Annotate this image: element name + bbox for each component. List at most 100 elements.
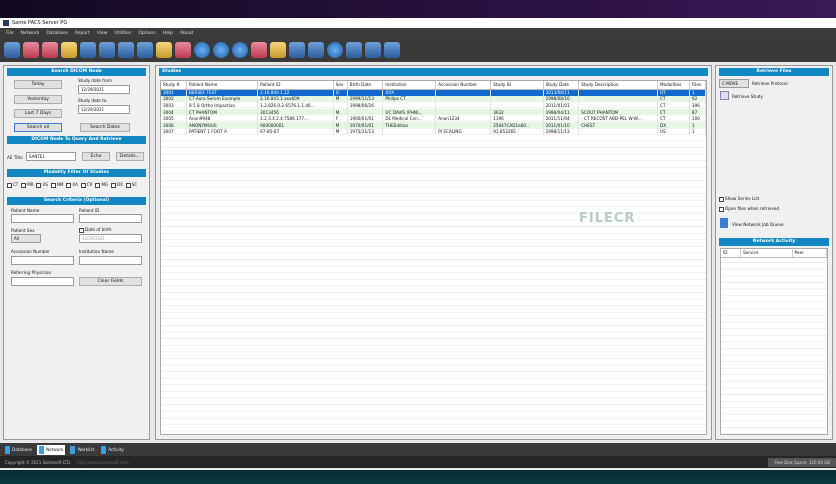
import-icon[interactable] bbox=[42, 42, 58, 58]
job-queue-icon[interactable] bbox=[720, 218, 728, 228]
date-from-input[interactable]: 12/29/2021 bbox=[78, 85, 130, 94]
retrieve-study-button[interactable]: Retrieve Study bbox=[732, 94, 763, 99]
tab-worklist[interactable]: Worklist bbox=[68, 445, 96, 455]
job-queue-button[interactable]: View Network Job Queue bbox=[732, 222, 784, 227]
printer-icon[interactable] bbox=[327, 42, 343, 58]
institution-input[interactable] bbox=[79, 256, 142, 265]
modality-sc-checkbox[interactable]: SC bbox=[125, 182, 137, 188]
column-header[interactable]: Accession Number bbox=[435, 81, 492, 90]
print-icon[interactable] bbox=[80, 42, 96, 58]
column-header[interactable]: Study ID bbox=[490, 81, 544, 90]
add-icon[interactable] bbox=[23, 42, 39, 58]
activity-column-header[interactable]: Service bbox=[740, 249, 793, 258]
activity-column-header[interactable]: Peer bbox=[792, 249, 827, 258]
column-header[interactable]: Study Description bbox=[578, 81, 658, 90]
database-icon bbox=[5, 445, 10, 454]
column-header[interactable]: Institution bbox=[382, 81, 437, 90]
referring-input[interactable] bbox=[11, 277, 74, 286]
column-header[interactable]: Modalities bbox=[657, 81, 690, 90]
menu-file[interactable]: File bbox=[6, 31, 14, 36]
show-series-checkbox[interactable]: Show Series List bbox=[719, 196, 759, 202]
menu-utilities[interactable]: Utilities bbox=[114, 31, 131, 36]
dob-checkbox[interactable]: Date of birth bbox=[79, 227, 112, 233]
retrieve-study-icon[interactable] bbox=[720, 91, 729, 100]
tab-network[interactable]: Network bbox=[36, 444, 66, 455]
user-icon[interactable] bbox=[270, 42, 286, 58]
table-row[interactable]: 3007 PATIENT 1 FOOT A 67-85-07 M 1975/11/13 P… bbox=[161, 128, 706, 136]
folder-icon[interactable] bbox=[61, 42, 77, 58]
column-header[interactable]: Study Date bbox=[543, 81, 580, 90]
dob-input[interactable]: 12/29/2021 bbox=[79, 234, 142, 243]
patient-icon[interactable] bbox=[232, 42, 248, 58]
column-header[interactable]: Sex bbox=[333, 81, 348, 90]
about-icon[interactable] bbox=[384, 42, 400, 58]
network-icon[interactable] bbox=[118, 42, 134, 58]
notes-icon[interactable] bbox=[251, 42, 267, 58]
column-header[interactable]: Birth Date bbox=[347, 81, 384, 90]
today-button[interactable]: Today bbox=[14, 80, 62, 89]
tab-database[interactable]: Database bbox=[3, 445, 34, 455]
patient-sex-select[interactable]: All bbox=[11, 234, 41, 243]
modality-us-checkbox[interactable]: US bbox=[36, 182, 48, 188]
menu-database[interactable]: Database bbox=[46, 31, 67, 36]
globe2-icon[interactable] bbox=[194, 42, 210, 58]
table-row[interactable]: 3001 BERSEF TEST 2.16.840.1.22 O XXX 2013/08/… bbox=[161, 89, 706, 96]
table-cell bbox=[490, 102, 544, 109]
date-to-input[interactable]: 12/29/2021 bbox=[78, 105, 130, 114]
website-link[interactable]: http://www.santesoft.com bbox=[77, 460, 128, 465]
tab-activity[interactable]: Activity bbox=[99, 445, 126, 455]
column-header[interactable]: Patient Name bbox=[186, 81, 259, 90]
modality-mr-checkbox[interactable]: MR bbox=[21, 182, 33, 188]
activity-table[interactable]: ID Service Peer bbox=[720, 248, 828, 435]
patient-name-input[interactable] bbox=[11, 214, 74, 223]
modality-cr-checkbox[interactable]: CR bbox=[80, 182, 92, 188]
menu-report[interactable]: Report bbox=[75, 31, 90, 36]
table-row[interactable]: 3004 CT PHANTOM 3013456 M UC DAVIS (PHN)... 3… bbox=[161, 108, 706, 116]
table-cell bbox=[382, 128, 437, 136]
table-row[interactable]: 3003 8 5 8 Ortho Impaction 1.2.826.0.2.657… bbox=[161, 102, 706, 109]
echo-button[interactable]: Echo bbox=[82, 152, 110, 161]
retrieve-protocol-select[interactable]: C-MOVE bbox=[719, 79, 749, 88]
column-header[interactable]: Study # bbox=[161, 81, 188, 90]
menu-about[interactable]: About bbox=[180, 31, 193, 36]
check-icon[interactable] bbox=[365, 42, 381, 58]
table-cell bbox=[382, 102, 437, 109]
search-dates-button[interactable]: Search Dates bbox=[80, 123, 130, 132]
table-cell: Anon1234 bbox=[435, 115, 492, 122]
sync-icon[interactable] bbox=[289, 42, 305, 58]
last-7-days-button[interactable]: Last 7 Days bbox=[14, 109, 62, 118]
menu-view[interactable]: View bbox=[97, 31, 108, 36]
flag-icon[interactable] bbox=[156, 42, 172, 58]
tools-icon[interactable] bbox=[99, 42, 115, 58]
modality-xa-checkbox[interactable]: XA bbox=[66, 182, 78, 188]
modality-mg-checkbox[interactable]: MG bbox=[95, 182, 108, 188]
report-icon[interactable] bbox=[137, 42, 153, 58]
table-row[interactable]: 3002 CT Aura Serum Example 2.16.843.1.xxx6… bbox=[161, 95, 706, 103]
column-header[interactable]: Patient ID bbox=[257, 81, 334, 90]
ae-title-select[interactable]: SANTE1 bbox=[26, 152, 76, 161]
studies-table[interactable]: Study # Patient Name Patient ID Sex Birth Da… bbox=[160, 80, 707, 435]
activity-column-header[interactable]: ID bbox=[721, 249, 741, 258]
details-button[interactable]: Details... bbox=[116, 152, 144, 161]
accession-input[interactable] bbox=[11, 256, 74, 265]
modality-nm-checkbox[interactable]: NM bbox=[50, 182, 63, 188]
table-row[interactable]: 3005 Anon9948 1.2.3.4.2.4.7586.177... F 1900… bbox=[161, 115, 706, 122]
column-header[interactable]: Files bbox=[689, 81, 706, 90]
web-icon[interactable] bbox=[308, 42, 324, 58]
monitor-icon[interactable] bbox=[346, 42, 362, 58]
menu-help[interactable]: Help bbox=[163, 31, 173, 36]
table-row[interactable]: 3006 ANONYMOUS 900000001 M 1970/01/01 THEEdit… bbox=[161, 121, 706, 129]
clear-fields-button[interactable]: Clear Fields bbox=[79, 277, 142, 286]
globe-icon[interactable] bbox=[175, 42, 191, 58]
modality-ct-checkbox[interactable]: CT bbox=[7, 182, 18, 188]
search-all-button[interactable]: Search all bbox=[14, 123, 62, 132]
patient-id-input[interactable] bbox=[79, 214, 142, 223]
table-cell: 1998/06/26 bbox=[347, 102, 384, 109]
open-files-checkbox[interactable]: Open files when retrieved bbox=[719, 206, 779, 212]
yesterday-button[interactable]: Yesterday bbox=[14, 95, 62, 104]
menu-options[interactable]: Options bbox=[138, 31, 155, 36]
menu-network[interactable]: Network bbox=[21, 31, 40, 36]
modality-dx-checkbox[interactable]: DX bbox=[111, 182, 123, 188]
info-t-icon[interactable] bbox=[213, 42, 229, 58]
db-icon[interactable] bbox=[4, 42, 20, 58]
